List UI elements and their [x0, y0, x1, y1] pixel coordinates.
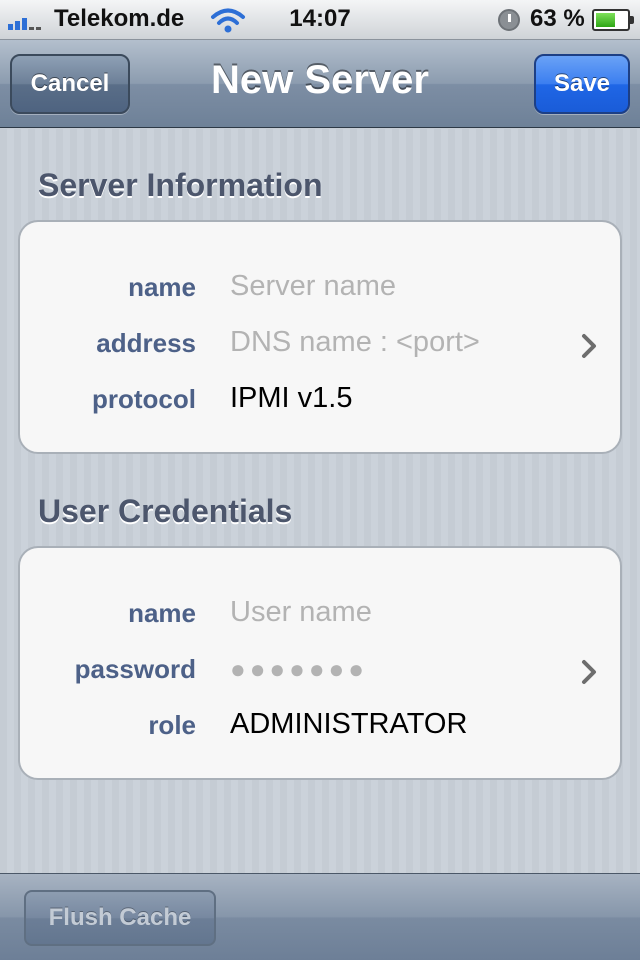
server-protocol-value[interactable]: IPMI v1.5 [230, 382, 353, 415]
alarm-clock-icon [498, 9, 520, 31]
user-name-input[interactable]: User name [230, 596, 372, 629]
password-label: password [74, 654, 196, 684]
user-name-row[interactable]: name User name [20, 588, 620, 644]
status-bar: Telekom.de 14:07 63 % [0, 0, 640, 40]
section-header-server-information: Server Information [38, 167, 323, 203]
server-information-group: name Server name address DNS name : <por… [18, 220, 622, 454]
role-label: role [148, 710, 196, 740]
server-name-input[interactable]: Server name [230, 270, 396, 303]
battery-icon [592, 9, 634, 31]
navigation-bar: Cancel New Server Save [0, 40, 640, 128]
server-address-label: address [96, 328, 196, 358]
user-credentials-group: name User name password ●●●●●●● role ADM… [18, 546, 622, 780]
chevron-right-icon[interactable] [580, 333, 598, 359]
server-protocol-row[interactable]: protocol IPMI v1.5 [20, 374, 620, 430]
form-content: Server Information name Server name addr… [0, 129, 640, 873]
chevron-right-icon[interactable] [580, 659, 598, 685]
server-protocol-label: protocol [92, 384, 196, 414]
save-button[interactable]: Save [534, 54, 630, 114]
password-field[interactable]: ●●●●●●● [230, 654, 368, 685]
server-address-input[interactable]: DNS name : <port> [230, 326, 480, 359]
server-address-row[interactable]: address DNS name : <port> [20, 318, 620, 374]
section-header-user-credentials: User Credentials [38, 493, 293, 529]
role-value[interactable]: ADMINISTRATOR [230, 708, 467, 741]
battery-percent: 63 % [530, 5, 585, 32]
user-name-label: name [128, 598, 196, 628]
role-row[interactable]: role ADMINISTRATOR [20, 700, 620, 756]
server-name-label: name [128, 272, 196, 302]
server-name-row[interactable]: name Server name [20, 262, 620, 318]
password-row[interactable]: password ●●●●●●● [20, 644, 620, 700]
bottom-toolbar: Flush Cache [0, 873, 640, 960]
flush-cache-button[interactable]: Flush Cache [24, 890, 216, 946]
battery-fill [596, 13, 615, 27]
